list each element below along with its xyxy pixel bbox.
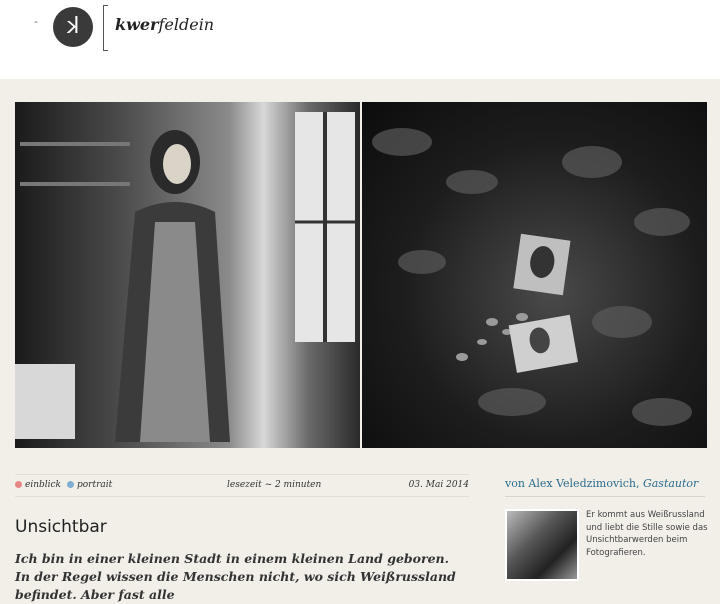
author-avatar[interactable]	[505, 509, 579, 581]
reading-time: lesezeit ~ 2 minuten	[227, 480, 322, 490]
author-name[interactable]: Alex Veledzimovich,	[528, 477, 639, 490]
author-divider	[505, 496, 705, 497]
article-meta: einblick portrait lesezeit ~ 2 minuten 0…	[15, 474, 469, 497]
publish-date: 03. Mai 2014	[408, 480, 469, 490]
author-bio: Er kommt aus Weißrussland und liebt die …	[586, 510, 708, 558]
category-dot-icon	[67, 481, 74, 488]
meta-divider	[15, 496, 469, 497]
face	[163, 144, 191, 184]
portrait-photo	[15, 102, 360, 448]
forest-scene	[372, 128, 692, 426]
article-lead: Ich bin in einer kleinen Stadt in einem …	[15, 551, 456, 602]
bracket-divider	[103, 5, 108, 51]
site-header: - k kwerfeldein -	[0, 0, 720, 79]
category-portrait[interactable]: portrait	[67, 480, 112, 490]
portrait-figure	[15, 112, 355, 442]
logo-icon[interactable]: k	[53, 7, 93, 47]
hero-image	[15, 102, 707, 448]
category-dot-icon	[15, 481, 22, 488]
appliance	[15, 364, 75, 439]
forest-photo	[362, 102, 707, 448]
article-title: Unsichtbar	[15, 517, 107, 537]
site-brand[interactable]: kwerfeldein	[115, 15, 214, 34]
menu-dash-left[interactable]: -	[34, 15, 38, 28]
author-role[interactable]: Gastautor	[643, 477, 698, 490]
author-line: von Alex Veledzimovich, Gastautor	[505, 477, 699, 490]
category-einblick[interactable]: einblick	[15, 480, 61, 490]
menu-dash-right[interactable]: -	[205, 15, 209, 28]
